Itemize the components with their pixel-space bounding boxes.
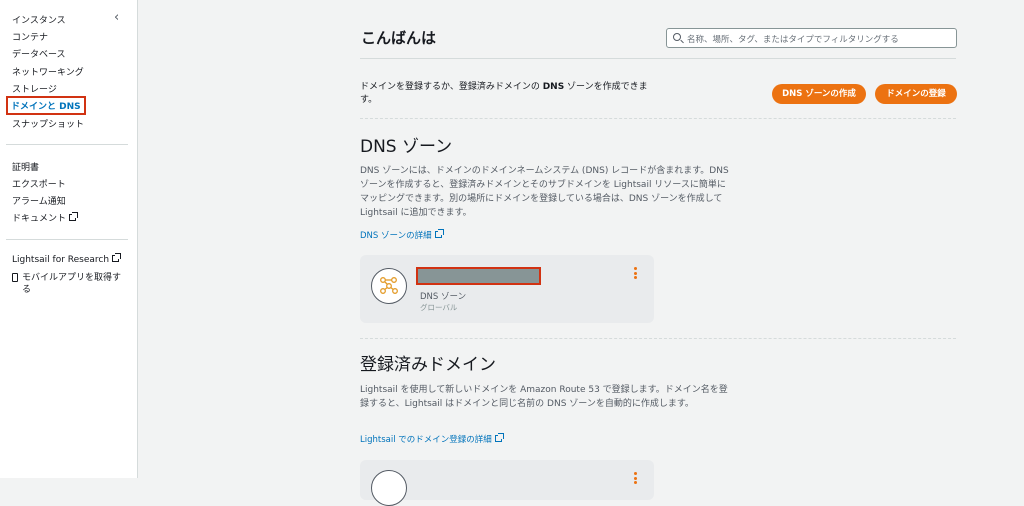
intro-text: ドメインを登録するか、登録済みドメインの DNS ゾーンを作成できます。 xyxy=(360,81,660,107)
nav-item-mobile-app[interactable]: モバイルアプリを取得す る xyxy=(12,272,121,296)
nav-item-containers[interactable]: コンテナ xyxy=(12,30,48,43)
page-title: こんばんは xyxy=(361,29,437,47)
dns-zone-card[interactable]: DNS ゾーン グローバル xyxy=(360,255,654,323)
external-link-icon xyxy=(434,229,444,238)
registered-domains-heading: 登録済みドメイン xyxy=(360,355,496,375)
mobile-phone-icon xyxy=(12,273,18,282)
external-link-icon xyxy=(112,253,122,262)
register-domain-button[interactable]: ドメインの登録 xyxy=(875,84,957,104)
sidebar-divider xyxy=(6,144,128,145)
nav-item-lightsail-research[interactable]: Lightsail for Research xyxy=(12,253,122,265)
sidebar: ‹ インスタンス コンテナ データベース ネットワーキング ストレージ ドメイン… xyxy=(0,0,138,478)
collapse-sidebar-icon[interactable]: ‹ xyxy=(114,10,119,25)
nav-item-snapshots[interactable]: スナップショット xyxy=(12,117,84,130)
more-actions-icon[interactable] xyxy=(632,472,638,486)
nav-item-networking[interactable]: ネットワーキング xyxy=(12,65,84,78)
more-actions-icon[interactable] xyxy=(632,267,638,281)
dns-zone-scope: グローバル xyxy=(420,303,458,312)
search-placeholder: 名称、場所、タグ、またはタイプでフィルタリングする xyxy=(687,35,899,45)
nav-item-storage[interactable]: ストレージ xyxy=(12,82,57,95)
nav-item-domains-dns[interactable]: ドメインと DNS xyxy=(6,96,86,115)
search-icon xyxy=(673,33,681,41)
domain-registration-link-label: Lightsail でのドメイン登録の詳細 xyxy=(360,435,492,445)
external-link-icon xyxy=(494,433,504,442)
registered-domains-description: Lightsail を使用して新しいドメインを Amazon Route 53 … xyxy=(360,385,728,409)
sidebar-divider xyxy=(6,239,128,240)
domain-registration-learn-more-link[interactable]: Lightsail でのドメイン登録の詳細 xyxy=(360,433,504,445)
dns-zone-icon xyxy=(371,268,407,304)
documentation-label: ドキュメント xyxy=(12,214,67,224)
intro-text-bold: DNS xyxy=(542,82,565,92)
registered-domain-card[interactable] xyxy=(360,460,654,506)
intro-text-part: ドメインを登録するか、登録済みドメインの xyxy=(360,82,543,92)
nav-item-certificates[interactable]: 証明書 xyxy=(12,160,39,173)
dns-zone-type: DNS ゾーン xyxy=(420,292,467,302)
main-content: こんばんは 名称、場所、タグ、またはタイプでフィルタリングする ドメインを登録す… xyxy=(138,0,1024,506)
nav-item-documentation[interactable]: ドキュメント xyxy=(12,211,79,224)
dns-zones-learn-more-link[interactable]: DNS ゾーンの詳細 xyxy=(360,229,444,241)
nav-item-exports[interactable]: エクスポート xyxy=(12,177,66,190)
mobile-app-label-cont: る xyxy=(22,285,32,295)
dns-zones-description: DNS ゾーンには、ドメインのドメインネームシステム (DNS) レコードが含ま… xyxy=(360,166,729,218)
dns-zones-heading: DNS ゾーン xyxy=(360,137,453,157)
mobile-app-label: モバイルアプリを取得す xyxy=(22,273,122,283)
research-label: Lightsail for Research xyxy=(12,255,110,265)
dns-zones-link-label: DNS ゾーンの詳細 xyxy=(360,231,432,241)
create-dns-zone-button[interactable]: DNS ゾーンの作成 xyxy=(772,84,866,104)
external-link-icon xyxy=(69,212,79,221)
nav-item-alarms[interactable]: アラーム通知 xyxy=(12,194,66,207)
section-divider xyxy=(360,338,956,339)
nav-item-databases[interactable]: データベース xyxy=(12,47,66,60)
section-divider xyxy=(360,118,956,119)
search-input[interactable]: 名称、場所、タグ、またはタイプでフィルタリングする xyxy=(666,28,957,48)
dns-zone-name-redacted[interactable] xyxy=(416,267,541,285)
nav-item-instances[interactable]: インスタンス xyxy=(12,13,66,26)
header-divider xyxy=(360,58,956,59)
domain-icon xyxy=(371,470,407,506)
